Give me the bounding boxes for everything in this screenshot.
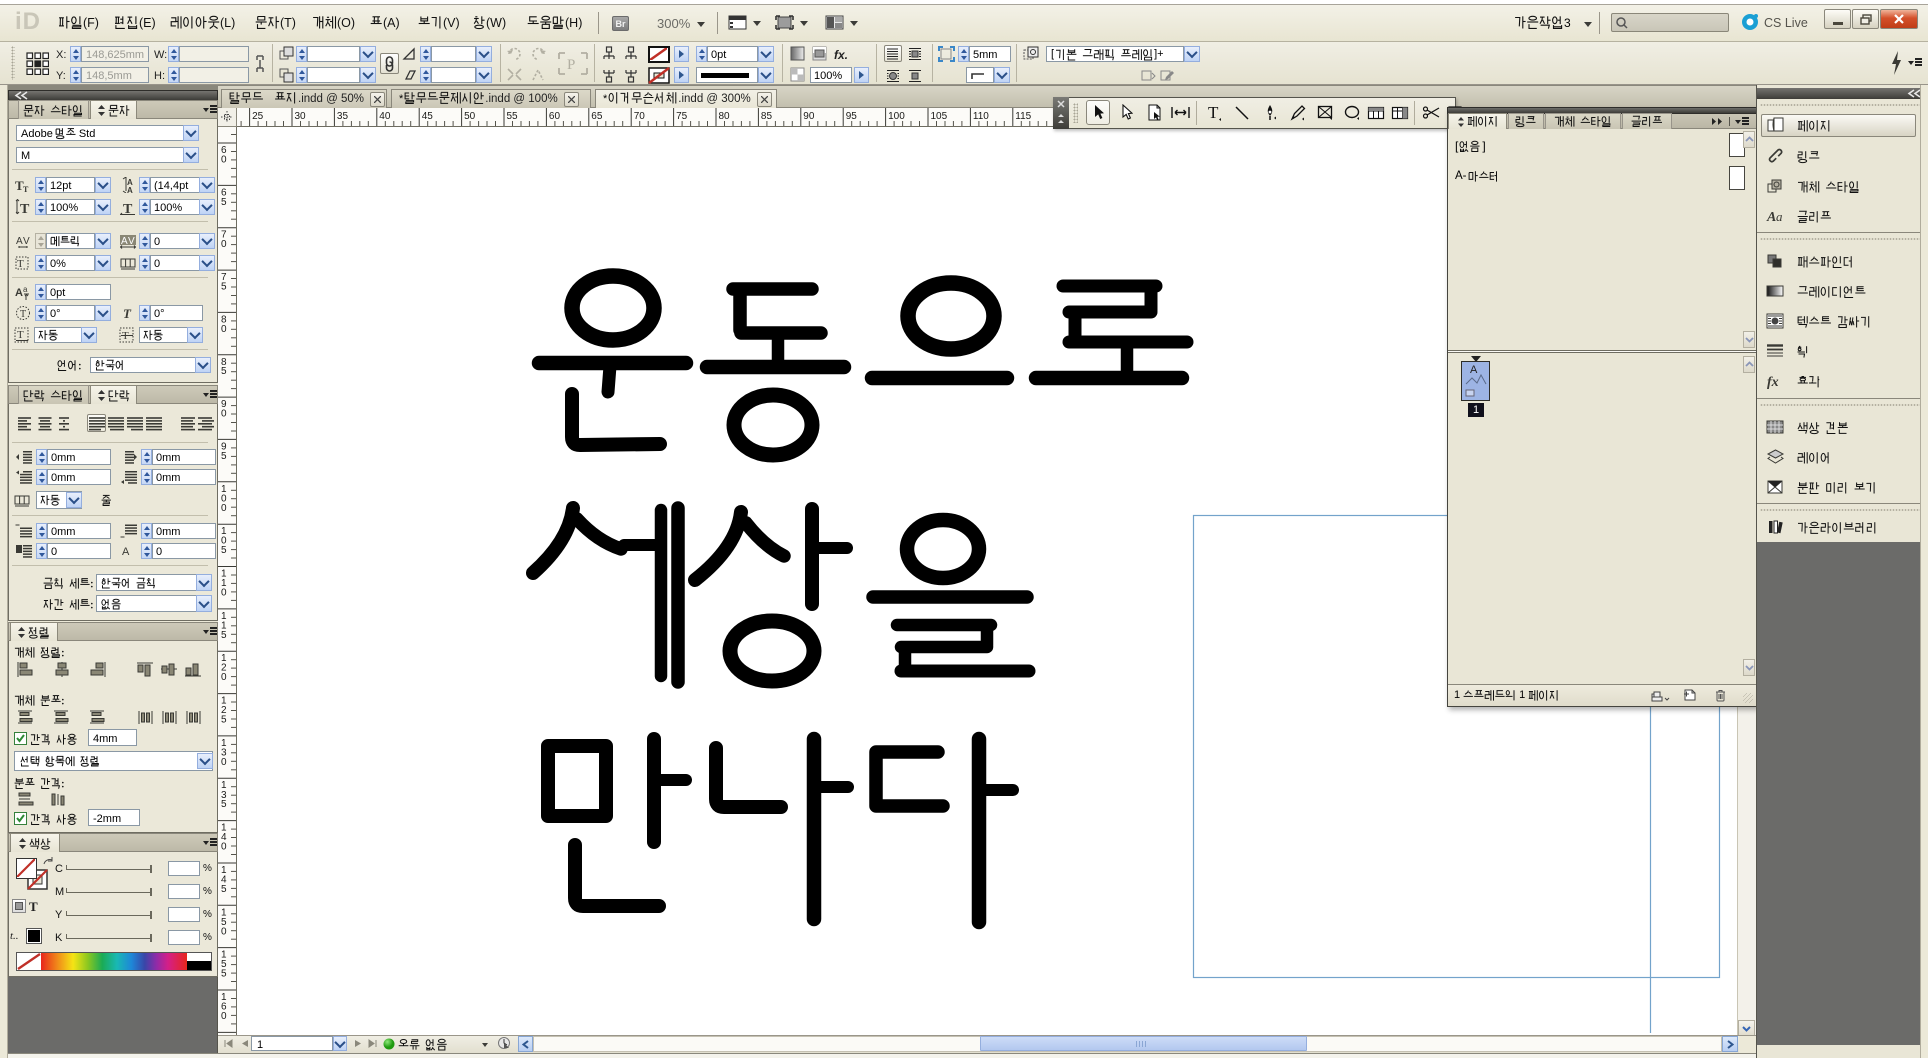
svg-text:T: T xyxy=(23,185,29,193)
svg-text:0: 0 xyxy=(221,588,227,599)
svg-text:0: 0 xyxy=(221,757,227,768)
svg-text:V: V xyxy=(23,236,30,247)
svg-text:T: T xyxy=(17,258,24,270)
svg-text:0: 0 xyxy=(221,672,227,683)
svg-text:40: 40 xyxy=(379,111,391,122)
svg-text:75: 75 xyxy=(676,111,688,122)
svg-text:T: T xyxy=(1208,104,1219,121)
svg-text:5: 5 xyxy=(221,282,227,293)
svg-text:45: 45 xyxy=(422,111,434,122)
svg-text:A: A xyxy=(121,236,128,247)
svg-text:T: T xyxy=(123,202,133,215)
svg-text:5: 5 xyxy=(221,969,227,980)
svg-text:0: 0 xyxy=(221,239,227,250)
svg-text:5: 5 xyxy=(221,545,227,556)
svg-text:25: 25 xyxy=(252,111,264,122)
svg-text:T: T xyxy=(17,329,24,341)
svg-text:5: 5 xyxy=(221,630,227,641)
svg-text:50: 50 xyxy=(464,111,476,122)
svg-text:5: 5 xyxy=(221,715,227,726)
svg-text:100: 100 xyxy=(888,111,905,122)
svg-text:80: 80 xyxy=(719,111,731,122)
svg-text:60: 60 xyxy=(549,111,561,122)
svg-text:70: 70 xyxy=(634,111,646,122)
svg-text:A: A xyxy=(1766,210,1776,224)
svg-text:5: 5 xyxy=(221,366,227,377)
svg-text:85: 85 xyxy=(761,111,773,122)
svg-text:95: 95 xyxy=(846,111,858,122)
svg-text:A: A xyxy=(15,287,23,299)
svg-text:30: 30 xyxy=(295,111,307,122)
svg-text:A: A xyxy=(127,186,133,193)
svg-text:t..: t.. xyxy=(10,930,19,942)
svg-text:0: 0 xyxy=(221,324,227,335)
svg-text:0: 0 xyxy=(221,503,227,514)
svg-text:fx: fx xyxy=(1767,375,1779,389)
svg-text:0: 0 xyxy=(221,409,227,420)
svg-text:T: T xyxy=(29,899,38,913)
svg-text:V: V xyxy=(128,236,135,247)
svg-text:0: 0 xyxy=(221,155,227,166)
svg-text:0: 0 xyxy=(221,842,227,853)
svg-text:105: 105 xyxy=(931,111,948,122)
svg-text:65: 65 xyxy=(591,111,603,122)
svg-text:35: 35 xyxy=(337,111,349,122)
svg-text:90: 90 xyxy=(803,111,815,122)
svg-text:T: T xyxy=(123,306,132,321)
svg-text:P: P xyxy=(567,57,575,73)
svg-text:0: 0 xyxy=(221,926,227,937)
svg-text:55: 55 xyxy=(507,111,519,122)
svg-text:0: 0 xyxy=(221,1011,227,1022)
svg-text:A: A xyxy=(122,546,130,558)
svg-text:a: a xyxy=(23,285,28,294)
svg-text:115: 115 xyxy=(1015,111,1031,122)
svg-text:A: A xyxy=(16,236,23,247)
svg-text:T: T xyxy=(20,309,26,320)
svg-text:T: T xyxy=(20,202,30,215)
svg-text:5: 5 xyxy=(221,884,227,895)
svg-text:a: a xyxy=(1776,209,1783,224)
svg-text:5: 5 xyxy=(221,799,227,810)
svg-text:110: 110 xyxy=(973,111,989,122)
svg-text:5: 5 xyxy=(221,451,227,462)
svg-text:5: 5 xyxy=(221,197,227,208)
